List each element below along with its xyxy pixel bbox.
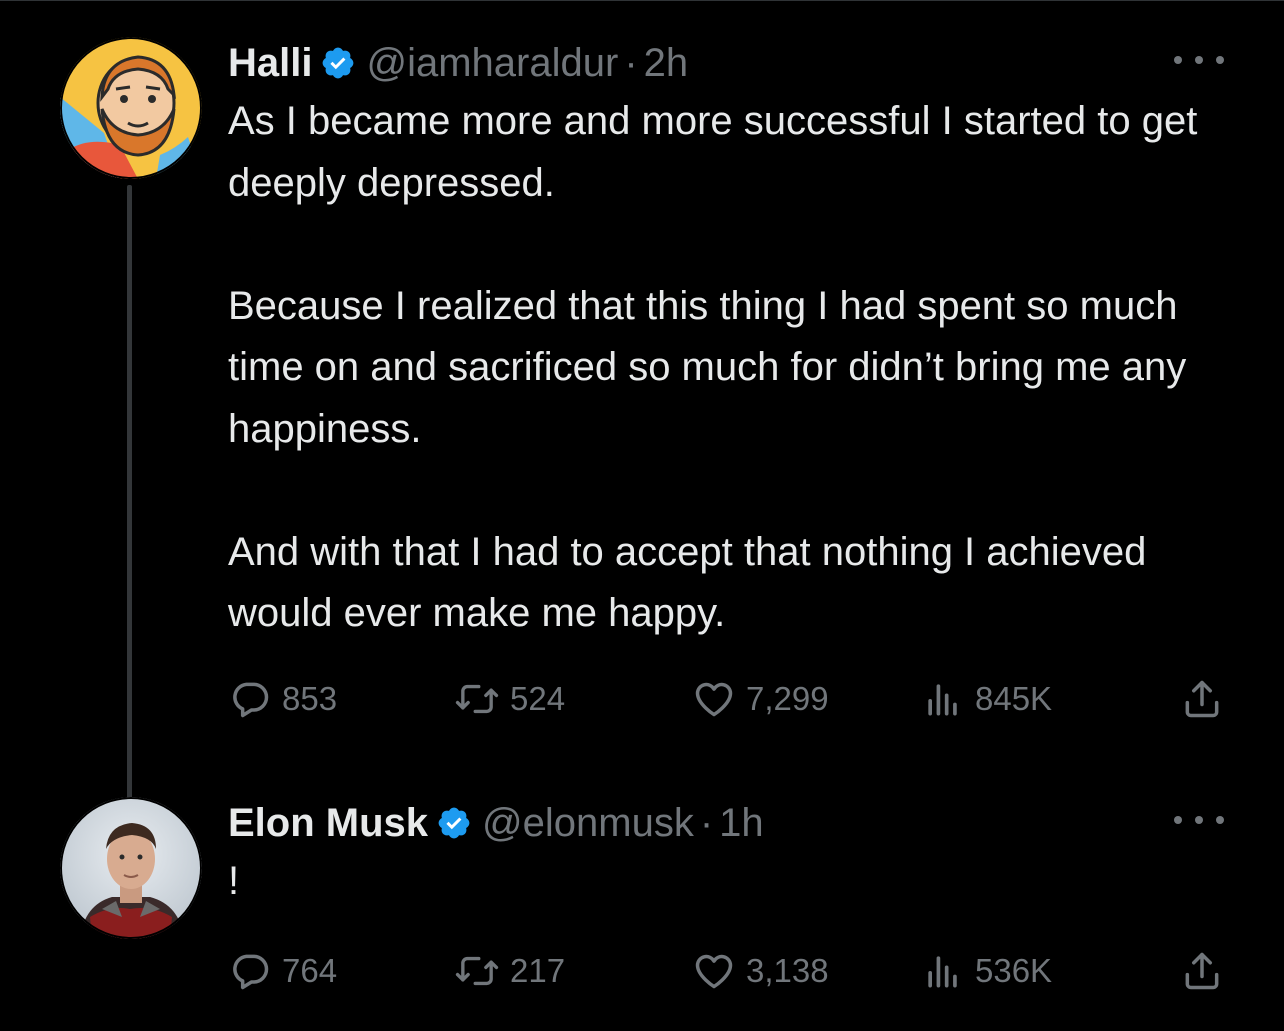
tweet-actions: 853 524 7,299 845K [228,677,1224,721]
views-count: 845K [975,680,1053,717]
retweet-count: 524 [510,680,566,717]
avatar-elon[interactable] [60,797,202,939]
retweet-icon [454,677,500,721]
analytics-icon [921,677,965,721]
analytics-icon [921,949,965,993]
more-options-icon[interactable] [1174,805,1224,835]
photo-man-in-armor-avatar [60,797,202,939]
retweet-button[interactable]: 524 [454,677,565,721]
reply-count: 764 [282,952,338,989]
tweet-text: As I became more and more successful I s… [228,91,1224,645]
cartoon-bearded-man-avatar [60,37,202,179]
tweet-time[interactable]: 1h [719,801,764,846]
like-count: 3,138 [746,952,829,989]
heart-icon [692,677,736,721]
avatar-halli[interactable] [60,37,202,179]
separator-dot: · [624,40,638,85]
share-icon [1180,677,1224,721]
separator-dot: · [699,800,714,845]
heart-icon [692,949,736,993]
share-button[interactable] [1180,949,1224,993]
timeline: Halli @iamharaldur · 2h As I became more… [0,0,1284,1031]
views-count: 536K [975,952,1053,989]
tweet-header: Elon Musk @elonmusk · 1h [228,797,1224,849]
tweet-paragraph: As I became more and more successful I s… [228,99,1198,205]
retweet-button[interactable]: 217 [454,949,565,993]
reply-button[interactable]: 853 [228,677,337,721]
thread-line [127,185,132,799]
tweet-time[interactable]: 2h [644,41,689,86]
tweet-paragraph: And with that I had to accept that nothi… [228,529,1147,636]
share-button[interactable] [1180,677,1224,721]
reply-button[interactable]: 764 [228,949,337,993]
verified-badge-icon [320,45,356,81]
reply-icon [228,949,272,993]
reply-icon [228,677,272,721]
retweet-icon [454,949,500,993]
tweet-elon[interactable]: Elon Musk @elonmusk · 1h ! 764 217 3,138… [0,797,1284,1017]
tweet-paragraph: Because I realized that this thing I had… [228,283,1187,451]
tweet-text: ! [228,851,1224,913]
verified-badge-icon [436,805,472,841]
author-handle[interactable]: @iamharaldur [366,41,618,86]
tweet-content: Halli @iamharaldur · 2h As I became more… [228,37,1224,718]
retweet-count: 217 [510,952,566,989]
tweet-paragraph: ! [228,859,240,903]
like-button[interactable]: 3,138 [692,949,829,993]
tweet-header: Halli @iamharaldur · 2h [228,37,1224,89]
like-count: 7,299 [746,680,829,717]
reply-count: 853 [282,680,338,717]
tweet-actions: 764 217 3,138 536K [228,949,1224,993]
author-name[interactable]: Halli [228,41,312,86]
views-button[interactable]: 845K [921,677,1052,721]
author-handle[interactable]: @elonmusk [482,801,694,846]
views-button[interactable]: 536K [921,949,1052,993]
author-name[interactable]: Elon Musk [228,801,428,846]
tweet-halli[interactable]: Halli @iamharaldur · 2h As I became more… [0,37,1284,799]
like-button[interactable]: 7,299 [692,677,829,721]
share-icon [1180,949,1224,993]
more-options-icon[interactable] [1174,45,1224,75]
tweet-content: Elon Musk @elonmusk · 1h ! 764 217 3,138… [228,797,1224,990]
